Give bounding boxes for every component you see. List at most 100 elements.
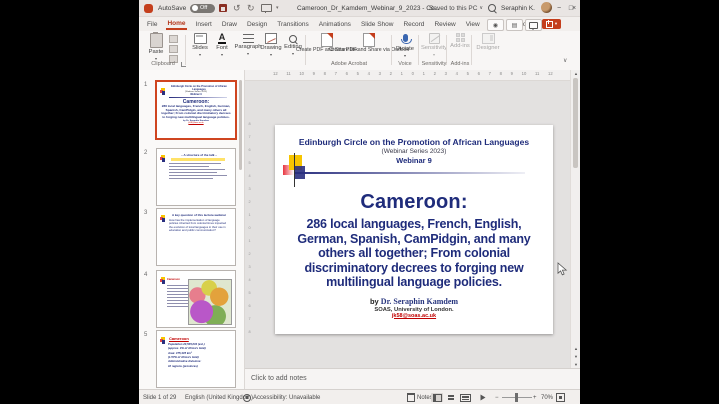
dialog-launcher-icon[interactable] xyxy=(181,62,186,67)
document-title: Cameroon_Dr_Kamdem_Webinar_9_2023 - Co..… xyxy=(297,0,440,16)
close-button[interactable]: × xyxy=(568,0,580,16)
zoom-level[interactable]: 70% xyxy=(541,390,553,404)
font-menu-button[interactable]: A Font ▾ xyxy=(211,33,233,61)
slide-thumbnail-3[interactable]: A key question of this lecture-webinar H… xyxy=(156,208,236,266)
accessibility-status[interactable]: Accessibility: Unavailable xyxy=(243,390,320,404)
normal-view-button[interactable] xyxy=(431,393,443,402)
powerpoint-icon[interactable] xyxy=(144,0,153,16)
slide-thumbnail-2[interactable]: – A structure of the talk – xyxy=(156,148,236,206)
vertical-ruler[interactable]: 87654321012345678 xyxy=(245,122,254,334)
paste-button[interactable]: Paste ▾ xyxy=(145,33,167,61)
ribbon-tab[interactable]: Review xyxy=(433,19,456,29)
fit-slide-button[interactable] xyxy=(556,390,565,404)
slide-sorter-view-button[interactable] xyxy=(445,393,457,402)
slide-thumbnail-4[interactable]: Cameroon xyxy=(156,270,236,328)
notes-pane[interactable]: Click to add notes xyxy=(245,368,580,390)
text-line xyxy=(169,166,209,167)
ribbon-tab[interactable]: Insert xyxy=(195,19,213,29)
logo-vertical-line xyxy=(294,153,295,187)
thumbnail-scrollbar[interactable] xyxy=(239,80,242,170)
ruler-tick: 12 xyxy=(273,71,278,76)
ruler-tick: 7 xyxy=(335,71,337,76)
ruler-tick: 10 xyxy=(522,71,527,76)
redo-button[interactable]: ↻ xyxy=(247,0,255,16)
horizontal-ruler[interactable]: 1211109876543210123456789101112 xyxy=(245,70,570,81)
ruler-tick: 2 xyxy=(390,71,392,76)
vertical-scrollbar[interactable]: ▲ ▲ ▼ ▼ xyxy=(570,70,580,368)
undo-button[interactable]: ↺ xyxy=(233,0,241,16)
ribbon-tab[interactable]: View xyxy=(465,19,481,29)
thumb5-bullet: 10 regions (provinces) xyxy=(168,365,232,368)
ruler-tick: 7 xyxy=(248,135,250,139)
chevron-down-icon: ▾ xyxy=(270,53,272,57)
thumbnail-number: 1 xyxy=(144,82,147,88)
previous-slide-button[interactable]: ▲ xyxy=(571,346,580,351)
ruler-tick: 8 xyxy=(324,71,326,76)
slide-canvas[interactable]: Edinburgh Circle on the Promotion of Afr… xyxy=(275,125,553,334)
quick-access-toolbar-menu[interactable]: ▾ xyxy=(276,0,279,16)
chevron-down-icon: ▾ xyxy=(247,52,249,56)
notes-toggle-button[interactable]: Notes xyxy=(407,390,433,404)
minimize-icon: − xyxy=(557,5,561,12)
ribbon-tab[interactable]: Record xyxy=(402,19,425,29)
slide-thumbnail-1[interactable]: Edinburgh Circle on the Promotion of Afr… xyxy=(155,80,237,140)
comments-button[interactable] xyxy=(525,19,542,31)
reading-view-button[interactable] xyxy=(459,393,471,402)
account-name[interactable]: Seraphin K. xyxy=(501,0,535,16)
ribbon: Paste ▾ Slides ▾ A Font ▾ Paragraph ▾ xyxy=(139,31,580,71)
editing-icon xyxy=(289,35,297,43)
notes-placeholder[interactable]: Click to add notes xyxy=(251,375,307,382)
cut-icon[interactable] xyxy=(169,35,178,43)
start-presentation-button[interactable] xyxy=(261,0,272,16)
add-ins-button: Add-ins xyxy=(448,33,472,61)
zoom-out-button[interactable]: − xyxy=(495,390,499,404)
avatar[interactable] xyxy=(541,2,552,13)
next-slide-button[interactable]: ▼ xyxy=(571,354,580,359)
ruler-tick: 2 xyxy=(248,200,250,204)
scroll-up-icon[interactable]: ▲ xyxy=(571,71,580,76)
thumb4-title: Cameroon xyxy=(167,278,180,281)
ribbon-tab[interactable]: Slide Show xyxy=(360,19,395,29)
minimize-button[interactable]: − xyxy=(553,0,565,16)
slide-counter[interactable]: Slide 1 of 29 xyxy=(143,390,176,404)
copy-icon[interactable] xyxy=(169,45,178,53)
ruler-tick: 1 xyxy=(248,239,250,243)
scrollbar-thumb[interactable] xyxy=(573,78,578,168)
ribbon-tab[interactable]: Home xyxy=(166,18,186,30)
ribbon-tab[interactable]: Animations xyxy=(318,19,352,29)
save-button[interactable] xyxy=(219,0,227,16)
dictate-button[interactable]: Dictate ▾ xyxy=(393,33,417,61)
collapse-ribbon-button[interactable]: ∨ xyxy=(563,57,567,64)
ribbon-tab[interactable]: Transitions xyxy=(276,19,310,29)
thumb3-body: How has the implementation of language p… xyxy=(169,219,229,233)
ribbon-tab[interactable]: File xyxy=(146,19,158,29)
slide-thumbnail-5[interactable]: Cameroon Population 20,545,004 (est.)(ap… xyxy=(156,330,236,388)
presenter-coach-button[interactable]: ▤ xyxy=(506,19,523,31)
autosave-toggle[interactable]: Off xyxy=(190,0,215,16)
thumb1-email: jk58@soas.ac.uk xyxy=(157,122,235,124)
search-button[interactable] xyxy=(488,0,496,16)
zoom-in-button[interactable]: + xyxy=(533,390,537,404)
screenshot-stage: AutoSave Off ↺ ↻ ▾ Cameroon_Dr_Kamdem_We… xyxy=(0,0,719,404)
ruler-tick: 5 xyxy=(248,291,250,295)
new-slide-icon xyxy=(194,33,207,44)
paste-label: Paste xyxy=(149,49,164,56)
saved-status[interactable]: Saved to this PC∨ xyxy=(429,0,483,16)
horizontal-ruler-numbers: 1211109876543210123456789101112 xyxy=(273,71,553,76)
ruler-tick: 3 xyxy=(379,71,381,76)
slides-menu-button[interactable]: Slides ▾ xyxy=(187,33,213,61)
ribbon-tab[interactable]: Draw xyxy=(221,19,238,29)
scroll-down-icon[interactable]: ▼ xyxy=(571,362,580,367)
zoom-slider-thumb[interactable] xyxy=(515,393,518,402)
thumb1-body: 286 local languages, French, English, Ge… xyxy=(160,105,232,119)
save-icon xyxy=(219,4,227,12)
ribbon-tab[interactable]: Design xyxy=(246,19,268,29)
create-pdf-share-outlook-button[interactable]: Create PDF and Share via Outlook xyxy=(348,33,390,61)
divider-line xyxy=(295,172,525,174)
drawing-icon xyxy=(265,33,277,44)
share-button[interactable]: ▾ xyxy=(542,19,561,29)
recording-button[interactable]: ◉ xyxy=(487,19,504,31)
ruler-tick: 2 xyxy=(434,71,436,76)
email-link[interactable]: jk58@soas.ac.uk xyxy=(275,313,553,319)
slide-show-button[interactable] xyxy=(477,393,489,402)
